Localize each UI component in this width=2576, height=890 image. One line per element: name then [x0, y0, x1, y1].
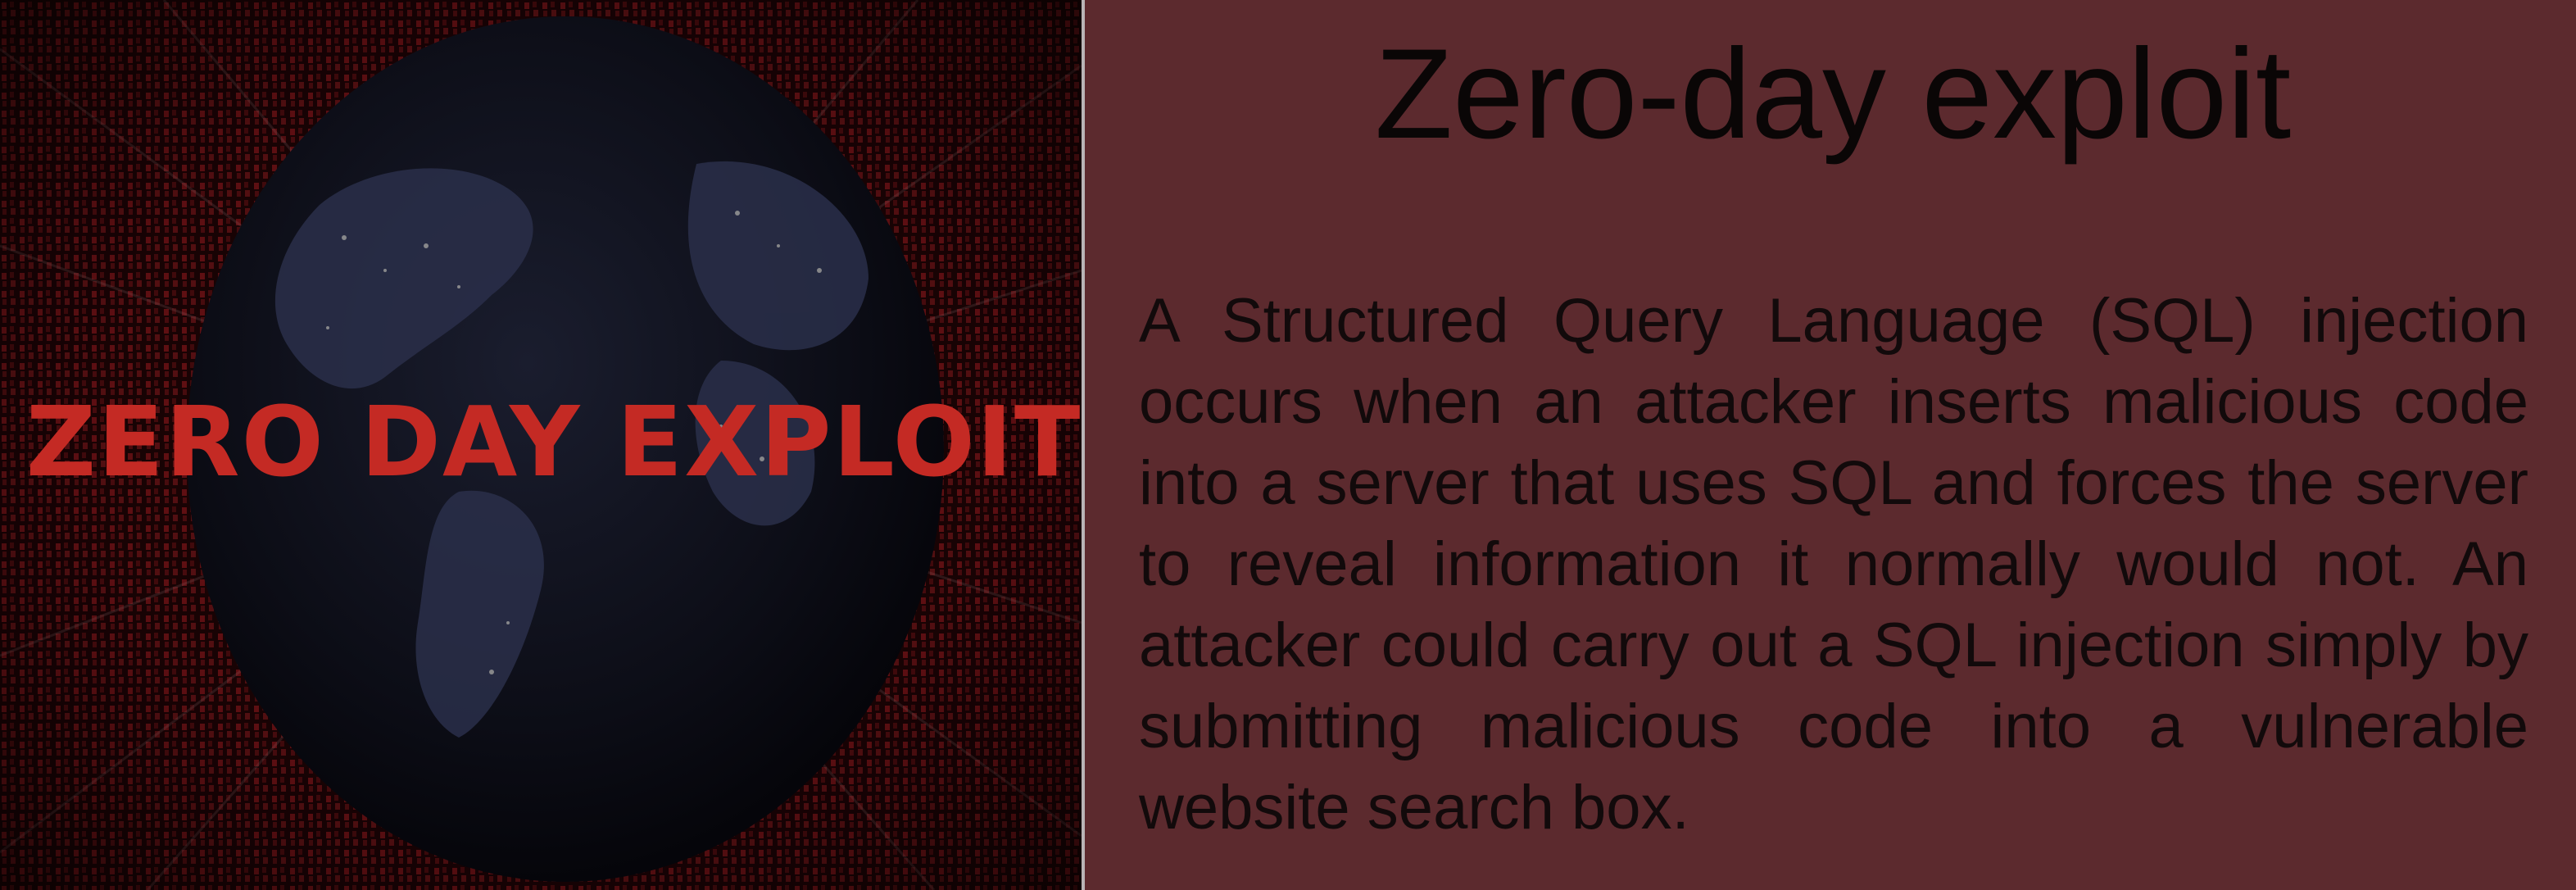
- globe-illustration: ZERO DAY EXPLOIT: [0, 0, 1082, 890]
- slide-body-text: A Structured Query Language (SQL) inject…: [1139, 286, 2528, 842]
- image-caption: ZERO DAY EXPLOIT: [26, 385, 1082, 498]
- zero-day-exploit-image: ZERO DAY EXPLOIT: [0, 0, 1082, 890]
- slide-title: Zero-day exploit: [1374, 23, 2292, 166]
- panel-divider: [1082, 0, 1085, 890]
- slide: ZERO DAY EXPLOIT Zero-day exploit A Stru…: [0, 0, 2576, 890]
